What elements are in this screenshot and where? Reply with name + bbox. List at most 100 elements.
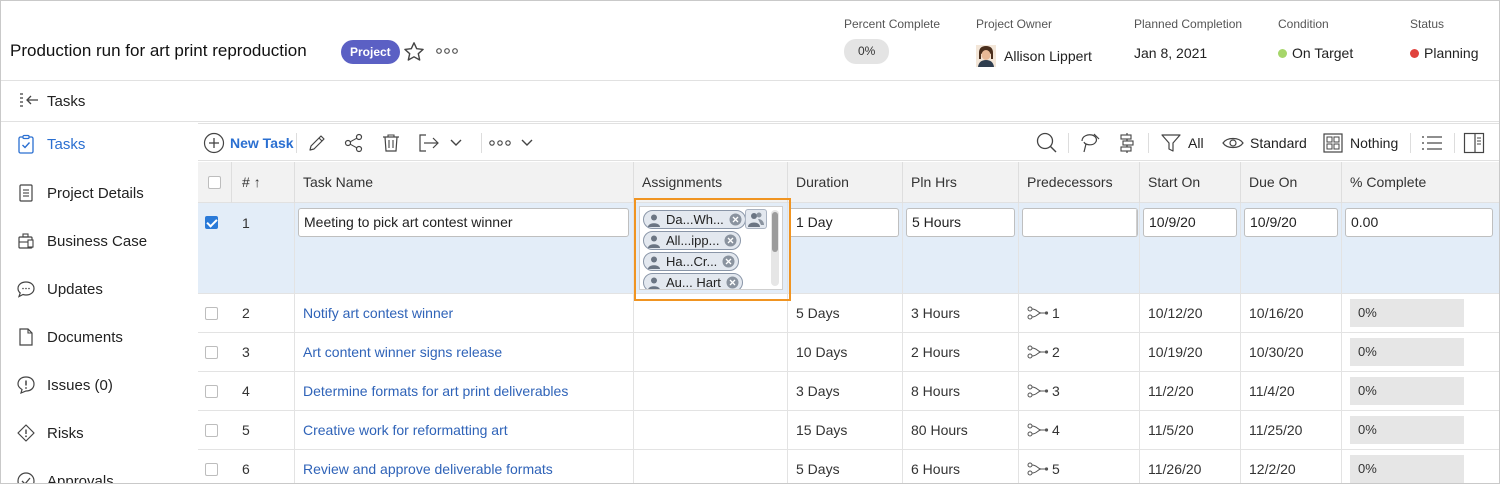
edit-button[interactable] <box>306 124 328 162</box>
remove-icon[interactable] <box>726 276 739 289</box>
sidebar-item-approvals[interactable]: Approvals <box>1 461 197 483</box>
task-name-input[interactable]: Meeting to pick art contest winner <box>298 208 629 237</box>
predecessors-cell[interactable]: 4 <box>1019 411 1140 449</box>
due-on-cell[interactable]: 12/2/20 <box>1241 450 1342 483</box>
group-button[interactable]: Nothing <box>1322 124 1398 162</box>
column-header-predecessors[interactable]: Predecessors <box>1019 162 1140 203</box>
assignments-scroll-thumb[interactable] <box>772 212 778 252</box>
due-on-cell[interactable]: 11/4/20 <box>1241 372 1342 410</box>
due-on-cell[interactable]: 10/16/20 <box>1241 294 1342 332</box>
pln-hrs-cell[interactable]: 8 Hours <box>903 372 1019 410</box>
column-header-number[interactable]: # ↑ <box>232 162 295 203</box>
star-icon[interactable] <box>402 40 426 64</box>
list-settings-button[interactable] <box>1420 124 1444 162</box>
task-name-link[interactable]: Art content winner signs release <box>303 344 502 360</box>
table-row[interactable]: 2 Notify art contest winner 5 Days 3 Hou… <box>198 294 1499 333</box>
predecessors-cell[interactable]: 2 <box>1019 333 1140 371</box>
pct-complete-cell[interactable]: 0% <box>1342 294 1499 332</box>
row-checkbox[interactable] <box>205 345 218 359</box>
column-header-task-name[interactable]: Task Name <box>295 162 634 203</box>
duration-input[interactable]: 1 Day <box>791 208 899 237</box>
assignee-chip[interactable]: All...ipp... <box>643 231 742 250</box>
side-panel-button[interactable] <box>1463 124 1485 162</box>
start-on-cell[interactable]: 10/19/20 <box>1140 333 1241 371</box>
start-on-cell[interactable]: 11/26/20 <box>1140 450 1241 483</box>
ellipsis-icon[interactable] <box>435 44 459 58</box>
sidebar-item-business-case[interactable]: Business Case <box>1 221 197 261</box>
pct-complete-cell[interactable]: 0% <box>1342 333 1499 371</box>
table-row[interactable]: 3 Art content winner signs release 10 Da… <box>198 333 1499 372</box>
status-value[interactable]: Planning <box>1410 45 1479 61</box>
pct-complete-cell[interactable]: 0% <box>1342 372 1499 410</box>
pln-hrs-cell[interactable]: 6 Hours <box>903 450 1019 483</box>
predecessors-cell[interactable]: 3 <box>1019 372 1140 410</box>
due-on-cell[interactable]: 10/30/20 <box>1241 333 1342 371</box>
table-row[interactable]: 6 Review and approve deliverable formats… <box>198 450 1499 483</box>
sidebar-item-documents[interactable]: Documents <box>1 317 197 357</box>
due-on-cell[interactable]: 11/25/20 <box>1241 411 1342 449</box>
remove-icon[interactable] <box>722 255 735 268</box>
sidebar-item-risks[interactable]: Risks <box>1 413 197 453</box>
column-header-pct-complete[interactable]: % Complete <box>1342 162 1499 203</box>
start-on-input[interactable]: 10/9/20 <box>1143 208 1237 237</box>
add-assignee-button[interactable] <box>745 209 767 229</box>
sidebar-item-updates[interactable]: Updates <box>1 269 197 309</box>
assignments-cell[interactable] <box>634 411 788 449</box>
column-header-due-on[interactable]: Due On <box>1241 162 1342 203</box>
start-on-cell[interactable]: 11/5/20 <box>1140 411 1241 449</box>
duration-cell[interactable]: 3 Days <box>788 372 903 410</box>
duration-cell[interactable]: 15 Days <box>788 411 903 449</box>
pct-complete-input[interactable]: 0.00 <box>1345 208 1493 237</box>
assignments-cell[interactable] <box>634 333 788 371</box>
pct-complete-cell[interactable]: 0% <box>1342 450 1499 483</box>
assignments-cell[interactable] <box>634 450 788 483</box>
table-row[interactable]: 5 Creative work for reformatting art 15 … <box>198 411 1499 450</box>
predecessors-cell[interactable]: 5 <box>1019 450 1140 483</box>
assignments-cell[interactable] <box>634 372 788 410</box>
row-checkbox[interactable] <box>205 384 218 398</box>
row-checkbox[interactable] <box>205 423 218 437</box>
task-name-link[interactable]: Notify art contest winner <box>303 305 453 321</box>
task-name-link[interactable]: Creative work for reformatting art <box>303 422 508 438</box>
pln-hrs-input[interactable]: 5 Hours <box>906 208 1015 237</box>
collapse-sidebar-icon[interactable] <box>18 91 40 111</box>
sidebar-item-issues[interactable]: Issues (0) <box>1 365 197 405</box>
new-task-button[interactable]: New Task <box>203 124 294 162</box>
pct-complete-cell[interactable]: 0% <box>1342 411 1499 449</box>
remove-icon[interactable] <box>729 213 742 226</box>
pln-hrs-cell[interactable]: 3 Hours <box>903 294 1019 332</box>
remove-icon[interactable] <box>724 234 737 247</box>
column-header-pln-hrs[interactable]: Pln Hrs <box>903 162 1019 203</box>
share-button[interactable] <box>343 124 365 162</box>
gantt-button[interactable] <box>1116 124 1138 162</box>
predecessors-input[interactable] <box>1022 208 1138 237</box>
assignee-chip[interactable]: Da...Wh... <box>643 210 746 229</box>
pln-hrs-cell[interactable]: 80 Hours <box>903 411 1019 449</box>
pln-hrs-cell[interactable]: 2 Hours <box>903 333 1019 371</box>
predecessors-cell[interactable]: 1 <box>1019 294 1140 332</box>
assignee-chip[interactable]: Ha...Cr... <box>643 252 740 271</box>
more-actions-button[interactable] <box>489 124 534 162</box>
column-header-start-on[interactable]: Start On <box>1140 162 1241 203</box>
table-row[interactable]: 1 Meeting to pick art contest winner 1 D… <box>198 203 1499 294</box>
start-on-cell[interactable]: 10/12/20 <box>1140 294 1241 332</box>
project-owner-value[interactable]: Allison Lippert <box>976 45 1092 67</box>
search-button[interactable] <box>1035 124 1059 162</box>
start-on-cell[interactable]: 11/2/20 <box>1140 372 1241 410</box>
delete-button[interactable] <box>380 124 402 162</box>
task-name-link[interactable]: Review and approve deliverable formats <box>303 461 553 477</box>
select-all-checkbox[interactable] <box>208 176 221 189</box>
view-button[interactable]: Standard <box>1222 124 1307 162</box>
column-header-duration[interactable]: Duration <box>788 162 903 203</box>
sidebar-item-tasks[interactable]: Tasks <box>1 124 197 164</box>
table-row[interactable]: 4 Determine formats for art print delive… <box>198 372 1499 411</box>
assignee-chip[interactable]: Au... Hart <box>643 273 743 289</box>
duration-cell[interactable]: 5 Days <box>788 450 903 483</box>
row-checkbox[interactable] <box>205 216 218 229</box>
column-header-assignments[interactable]: Assignments <box>634 162 788 203</box>
duration-cell[interactable]: 10 Days <box>788 333 903 371</box>
row-checkbox[interactable] <box>205 306 218 320</box>
due-on-input[interactable]: 10/9/20 <box>1244 208 1338 237</box>
duration-cell[interactable]: 5 Days <box>788 294 903 332</box>
filter-button[interactable]: All <box>1160 124 1204 162</box>
